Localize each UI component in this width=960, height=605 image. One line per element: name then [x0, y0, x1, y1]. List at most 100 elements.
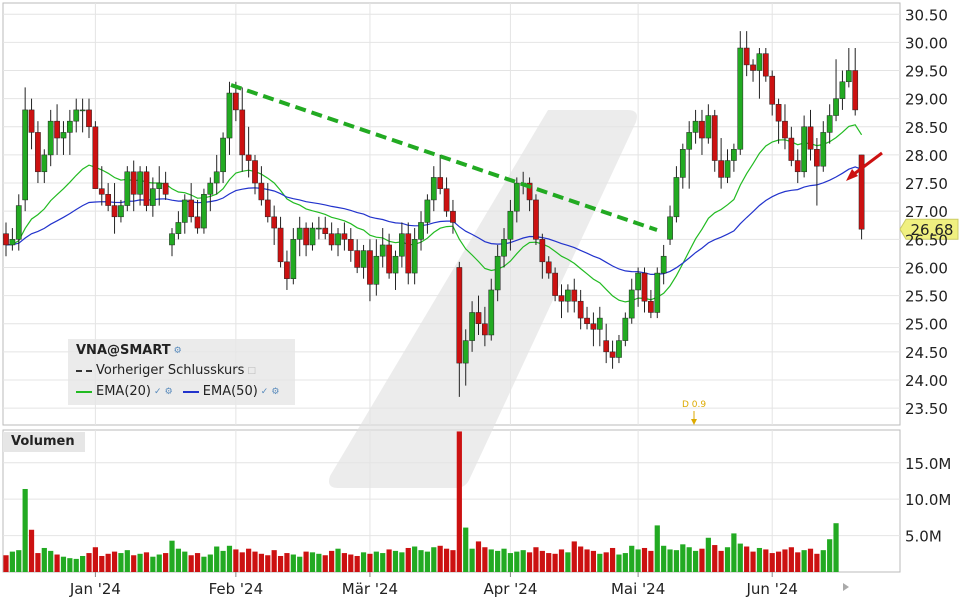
volume-bar — [788, 547, 794, 572]
volume-bar — [584, 549, 590, 572]
candle-body — [826, 115, 833, 133]
candle-body — [54, 120, 60, 139]
candle-body — [98, 188, 105, 195]
candle-body — [399, 233, 405, 257]
candle-body — [660, 255, 667, 274]
settings-icon[interactable]: ⚙ — [271, 387, 279, 397]
candle-body — [737, 47, 744, 150]
volume-bar — [443, 548, 450, 572]
candle-body — [41, 154, 48, 173]
candle-body — [124, 171, 131, 206]
legend-prev-close-label: Vorheriger Schlusskurs — [96, 363, 245, 378]
volume-bar — [41, 547, 47, 572]
volume-bar — [373, 551, 379, 572]
volume-bar — [233, 549, 239, 572]
candle-body — [641, 272, 648, 302]
candle-body — [92, 126, 99, 189]
candle-body — [9, 239, 16, 246]
chart-legend: VNA@SMART ⚙ Vorheriger Schlusskurs □ EMA(2… — [68, 339, 295, 405]
candle-body — [475, 312, 482, 324]
candle-body — [692, 120, 699, 133]
volume-bar — [150, 556, 156, 572]
candle-body — [845, 70, 852, 83]
price-tick-label: 24.00 — [905, 372, 948, 390]
check-icon[interactable]: ✓ — [154, 387, 162, 397]
volume-bar — [60, 556, 67, 572]
volume-bar — [99, 555, 105, 572]
volume-bar — [354, 555, 360, 572]
volume-tick-label: 5.0M — [905, 528, 942, 546]
volume-bar — [35, 553, 41, 572]
candle-body — [386, 244, 392, 274]
volume-bar — [450, 550, 456, 572]
volume-bar — [3, 555, 9, 572]
candle-body — [762, 53, 769, 77]
volume-bar — [105, 553, 111, 572]
volume-bar — [705, 537, 711, 572]
candle-body — [603, 340, 610, 353]
volume-bar — [482, 547, 488, 572]
volume-bar — [290, 554, 296, 572]
candle-body — [405, 233, 412, 274]
candle-body — [648, 300, 654, 313]
price-tick-label: 26.50 — [905, 231, 948, 249]
volume-bar — [654, 525, 660, 572]
volume-bar — [814, 553, 820, 572]
check-icon[interactable]: ✓ — [261, 387, 269, 397]
candle-body — [750, 64, 756, 71]
candle-body — [545, 261, 552, 274]
volume-bar — [297, 556, 303, 572]
legend-ema20-label[interactable]: EMA(20) — [96, 384, 151, 399]
volume-bar — [277, 555, 284, 572]
volume-tick-label: 15.0M — [905, 455, 951, 473]
candle-body — [654, 272, 661, 313]
candle-body — [450, 210, 456, 223]
legend-prev-close[interactable]: Vorheriger Schlusskurs □ — [76, 363, 256, 378]
volume-bar — [431, 547, 437, 572]
x-tick-label: Jun '24 — [745, 580, 797, 598]
volume-bar — [801, 550, 807, 572]
candle-body — [194, 216, 201, 229]
volume-bar — [258, 553, 264, 572]
volume-bar — [424, 551, 431, 572]
volume-bar — [539, 550, 545, 572]
candle-body — [686, 132, 693, 150]
candle-body — [143, 171, 150, 206]
volume-bar — [501, 548, 507, 572]
volume-bar — [597, 553, 603, 572]
volume-bar — [820, 550, 826, 572]
candle-body — [743, 47, 750, 66]
volume-bar — [552, 553, 558, 572]
candle-body — [239, 109, 246, 156]
settings-icon[interactable]: ⚙ — [165, 387, 173, 397]
volume-bar — [680, 544, 686, 572]
volume-bar — [648, 550, 654, 572]
settings-icon[interactable]: ⚙ — [174, 346, 182, 356]
legend-symbol[interactable]: VNA@SMART ⚙ — [76, 343, 182, 358]
volume-bar — [437, 545, 443, 572]
x-tick-label: Apr '24 — [483, 580, 537, 598]
volume-bar — [220, 550, 226, 572]
volume-bar — [718, 550, 724, 572]
candle-body — [341, 233, 348, 240]
candle-body — [609, 351, 616, 358]
candle-body — [539, 239, 546, 263]
volume-bar — [578, 546, 584, 572]
volume-bar — [622, 553, 628, 572]
volume-bar — [124, 550, 130, 572]
price-tick-label: 27.00 — [905, 203, 948, 221]
price-tick-label: 23.50 — [905, 400, 948, 418]
candle-body — [699, 120, 705, 139]
legend-ema50-label[interactable]: EMA(50) — [203, 384, 258, 399]
volume-bar — [156, 554, 162, 572]
volume-bar — [590, 550, 597, 572]
candle-body — [565, 289, 571, 302]
volume-bar — [188, 555, 194, 572]
checkbox-icon[interactable]: □ — [247, 366, 256, 376]
volume-bar — [686, 547, 692, 572]
volume-bar — [571, 541, 577, 572]
volume-bar — [86, 553, 92, 572]
candle-body — [616, 340, 622, 358]
volume-bar — [265, 555, 271, 572]
candle-body — [711, 115, 718, 161]
